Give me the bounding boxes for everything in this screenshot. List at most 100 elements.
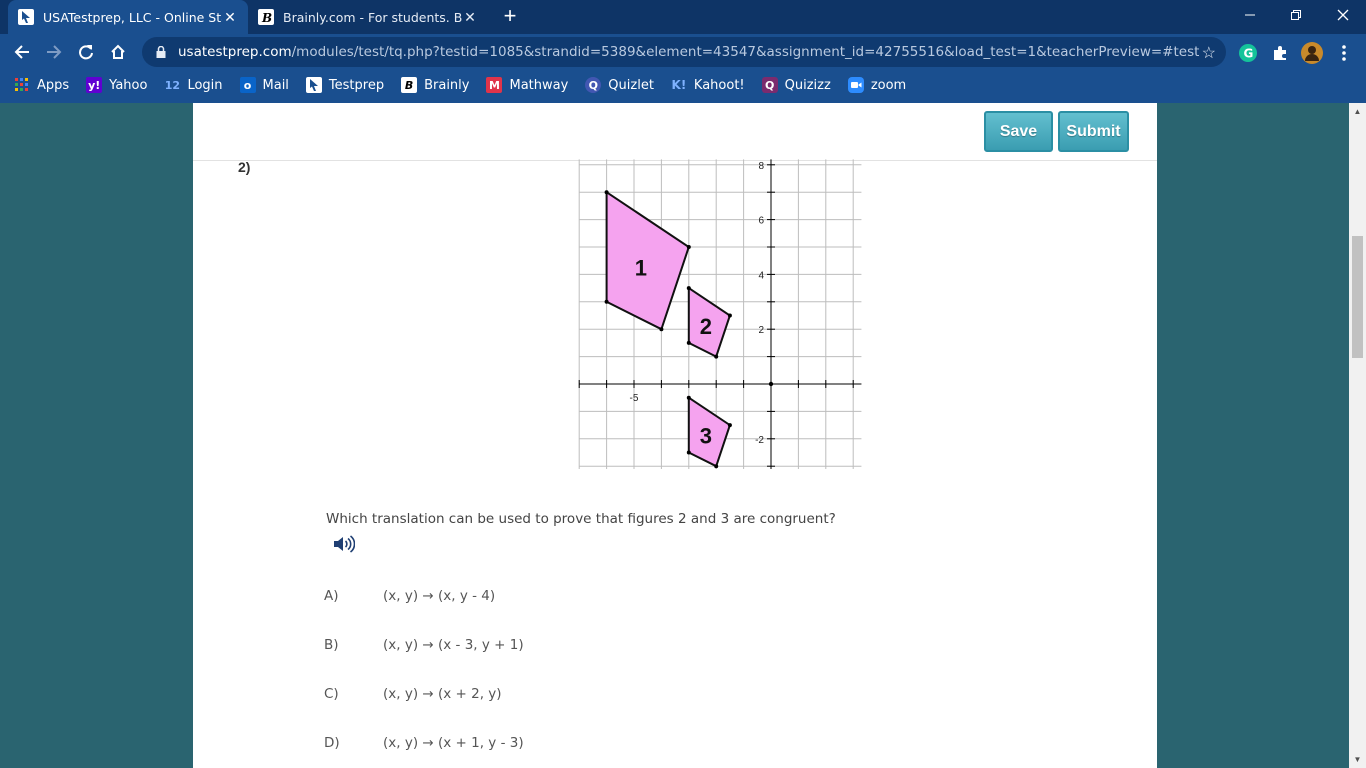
- answer-choice-d[interactable]: D) (x, y) → (x + 1, y - 3): [324, 732, 524, 754]
- figure-label: 3: [700, 423, 712, 448]
- brainly-icon: B: [401, 77, 418, 93]
- close-window-icon[interactable]: [1320, 0, 1366, 30]
- scroll-down-arrow-icon[interactable]: ▼: [1349, 751, 1366, 768]
- answer-choice-c[interactable]: C) (x, y) → (x + 2, y): [324, 683, 502, 705]
- apps-grid-icon: [14, 77, 30, 93]
- forward-arrow-icon[interactable]: [40, 38, 68, 66]
- bookmark-star-icon[interactable]: ☆: [1202, 43, 1216, 63]
- kahoot-icon: K!: [671, 78, 687, 92]
- coordinate-grid-figure: -5 8 6 4 2 -2 1 2 3: [578, 159, 862, 469]
- bookmark-login[interactable]: 12 Login: [164, 77, 223, 93]
- address-bar[interactable]: usatestprep.com/modules/test/tq.php?test…: [142, 37, 1226, 67]
- bookmark-label: Yahoo: [109, 77, 148, 93]
- usatestprep-icon: [305, 77, 322, 93]
- bookmarks-bar: Apps y! Yahoo 12 Login o Mail Testprep B…: [0, 70, 1366, 100]
- save-button[interactable]: Save: [984, 111, 1053, 152]
- scroll-thumb[interactable]: [1352, 236, 1363, 358]
- speaker-audio-icon[interactable]: [333, 534, 356, 554]
- origin-point: [768, 381, 774, 387]
- profile-avatar[interactable]: [1301, 42, 1323, 64]
- bookmark-label: Brainly: [424, 77, 470, 93]
- quizizz-icon: Q: [761, 77, 778, 93]
- bookmark-zoom[interactable]: zoom: [847, 77, 907, 93]
- bookmark-brainly[interactable]: B Brainly: [401, 77, 469, 93]
- answer-choice-a[interactable]: A) (x, y) → (x, y - 4): [324, 585, 495, 607]
- figure-vertex: [714, 464, 719, 469]
- bookmark-mail[interactable]: o Mail: [239, 77, 289, 93]
- grammarly-icon[interactable]: G: [1237, 42, 1259, 64]
- usatestprep-icon: [18, 9, 34, 25]
- submit-button[interactable]: Submit: [1058, 111, 1129, 152]
- choice-letter: D): [324, 735, 340, 751]
- y-tick-label: 2: [758, 325, 764, 336]
- question-number: 2): [238, 159, 251, 175]
- outlook-icon: o: [239, 77, 256, 93]
- yahoo-icon: y!: [86, 77, 103, 93]
- figure-vertex: [727, 313, 732, 318]
- reload-icon[interactable]: [72, 38, 100, 66]
- figure-label: 1: [635, 256, 647, 281]
- choice-text: (x, y) → (x, y - 4): [383, 588, 496, 604]
- tab-title: Brainly.com - For students. By stu: [283, 9, 462, 25]
- y-tick-label: 8: [758, 161, 764, 172]
- brainly-icon: B: [258, 9, 274, 25]
- svg-text:B: B: [261, 11, 272, 25]
- x-tick-label: -5: [630, 393, 639, 404]
- mathway-icon: M: [486, 77, 503, 93]
- bookmark-label: Mathway: [509, 77, 569, 93]
- figure-vertex: [686, 245, 691, 249]
- choice-letter: B): [324, 637, 339, 653]
- figure-vertex: [686, 450, 691, 455]
- url-host: usatestprep.com: [178, 44, 292, 60]
- bookmark-testprep[interactable]: Testprep: [305, 77, 385, 93]
- zoom-icon: [847, 77, 864, 93]
- kebab-menu-icon[interactable]: [1333, 42, 1355, 64]
- figure-vertex: [686, 340, 691, 345]
- figure-vertex: [714, 354, 719, 359]
- answer-choice-b[interactable]: B) (x, y) → (x - 3, y + 1): [324, 634, 524, 656]
- new-tab-plus-icon[interactable]: +: [498, 5, 522, 29]
- y-tick-label: 4: [758, 270, 764, 281]
- choice-letter: A): [324, 588, 339, 604]
- figure-vertex: [727, 423, 732, 428]
- tab-brainly[interactable]: B Brainly.com - For students. By stu ✕: [248, 0, 488, 34]
- minimize-icon[interactable]: [1227, 0, 1273, 30]
- back-arrow-icon[interactable]: [8, 38, 36, 66]
- bookmark-label: Quizlet: [608, 77, 654, 93]
- choice-letter: C): [324, 686, 339, 702]
- bookmark-mathway[interactable]: M Mathway: [486, 77, 568, 93]
- tab-title: USATestprep, LLC - Online State-S: [43, 9, 222, 25]
- bookmark-label: Quizizz: [784, 77, 831, 93]
- lock-icon: [154, 46, 168, 58]
- bookmark-kahoot[interactable]: K! Kahoot!: [671, 77, 745, 93]
- close-tab-icon[interactable]: ✕: [462, 9, 478, 26]
- figure-vertex: [604, 190, 609, 195]
- choice-text: (x, y) → (x + 1, y - 3): [383, 735, 524, 751]
- y-tick-label: 6: [758, 216, 764, 227]
- home-icon[interactable]: [104, 38, 132, 66]
- bookmark-label: Testprep: [328, 77, 385, 93]
- choice-text: (x, y) → (x + 2, y): [383, 686, 502, 702]
- close-tab-icon[interactable]: ✕: [222, 9, 238, 26]
- extensions-puzzle-icon[interactable]: [1269, 42, 1291, 64]
- question-text: Which translation can be used to prove t…: [326, 511, 836, 527]
- bookmark-quizlet[interactable]: Q Quizlet: [585, 77, 654, 93]
- bookmark-quizizz[interactable]: Q Quizizz: [761, 77, 831, 93]
- bookmark-yahoo[interactable]: y! Yahoo: [86, 77, 147, 93]
- bookmark-apps[interactable]: Apps: [14, 77, 69, 93]
- restore-icon[interactable]: [1273, 0, 1319, 30]
- choice-text: (x, y) → (x - 3, y + 1): [383, 637, 524, 653]
- tab-usatestprep[interactable]: USATestprep, LLC - Online State-S ✕: [8, 0, 248, 34]
- vertical-scrollbar[interactable]: ▲ ▼: [1349, 103, 1366, 768]
- bookmark-label: Mail: [262, 77, 289, 93]
- figure-vertex: [604, 299, 609, 304]
- quizlet-icon: Q: [585, 77, 602, 93]
- figure-vertex: [659, 327, 664, 332]
- bookmark-label: zoom: [870, 77, 907, 93]
- url-path: /modules/test/tq.php?testid=1085&strandi…: [291, 44, 1200, 60]
- bookmark-label: Login: [187, 77, 223, 93]
- scroll-up-arrow-icon[interactable]: ▲: [1349, 103, 1366, 120]
- tab-strip: USATestprep, LLC - Online State-S ✕ B Br…: [0, 0, 1366, 34]
- url-text: usatestprep.com/modules/test/tq.php?test…: [178, 44, 1199, 60]
- figure-label: 2: [700, 314, 712, 339]
